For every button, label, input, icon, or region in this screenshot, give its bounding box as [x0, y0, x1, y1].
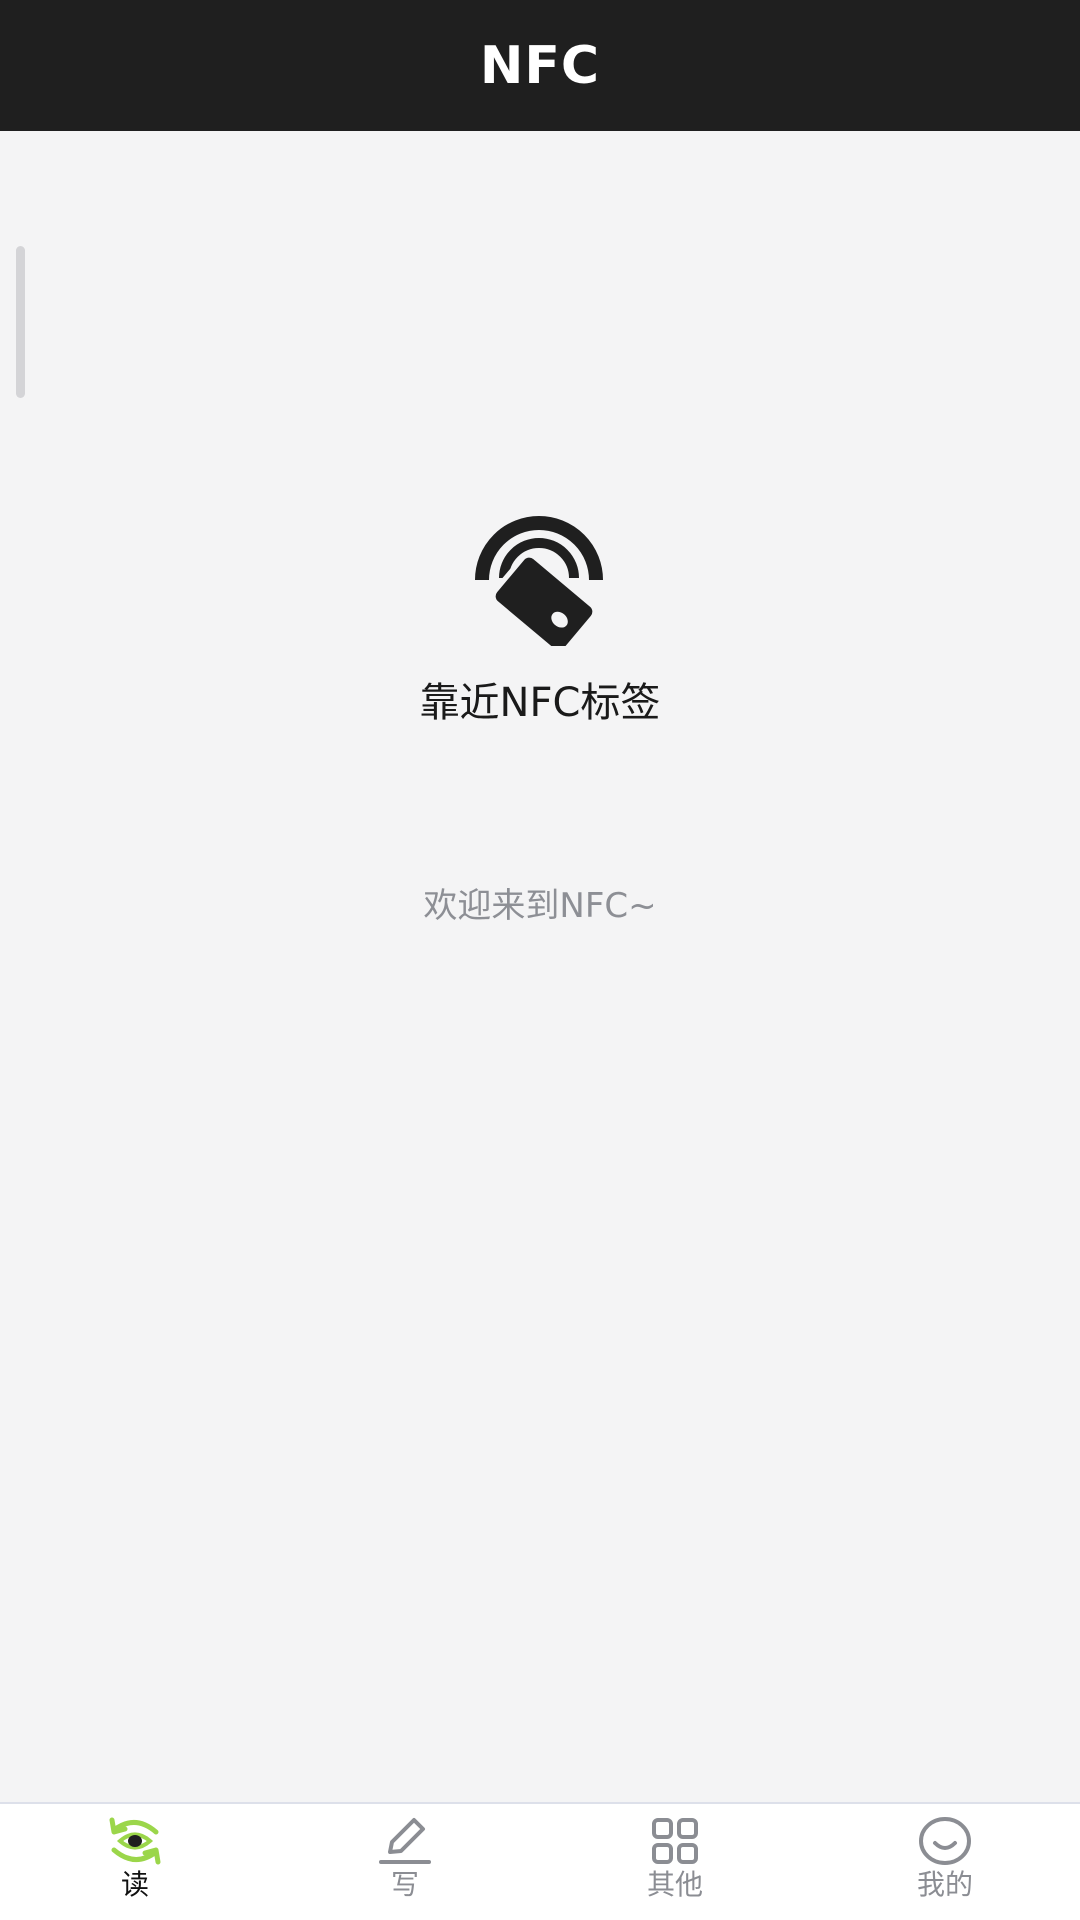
- nfc-tap-icon: [475, 516, 603, 646]
- bottom-tab-bar: 读 写 其他 我的: [0, 1802, 1080, 1920]
- tab-other-label: 其他: [646, 1868, 703, 1901]
- scroll-indicator[interactable]: [16, 246, 25, 398]
- tab-write-label: 写: [390, 1868, 419, 1901]
- grid-icon: [652, 1818, 698, 1864]
- page-title: NFC: [479, 35, 601, 96]
- tab-other[interactable]: 其他: [540, 1804, 810, 1920]
- app-header: NFC: [0, 0, 1080, 131]
- smiley-icon: [919, 1817, 971, 1865]
- tab-mine-label: 我的: [916, 1868, 973, 1901]
- nfc-prompt-text: 靠近NFC标签: [419, 680, 661, 726]
- read-refresh-eye-icon: [109, 1817, 161, 1865]
- tab-write[interactable]: 写: [270, 1804, 540, 1920]
- tab-read-label: 读: [120, 1868, 149, 1901]
- tab-mine[interactable]: 我的: [810, 1804, 1080, 1920]
- pen-icon: [379, 1818, 431, 1864]
- tab-read[interactable]: 读: [0, 1804, 270, 1920]
- welcome-text: 欢迎来到NFC~: [423, 886, 657, 926]
